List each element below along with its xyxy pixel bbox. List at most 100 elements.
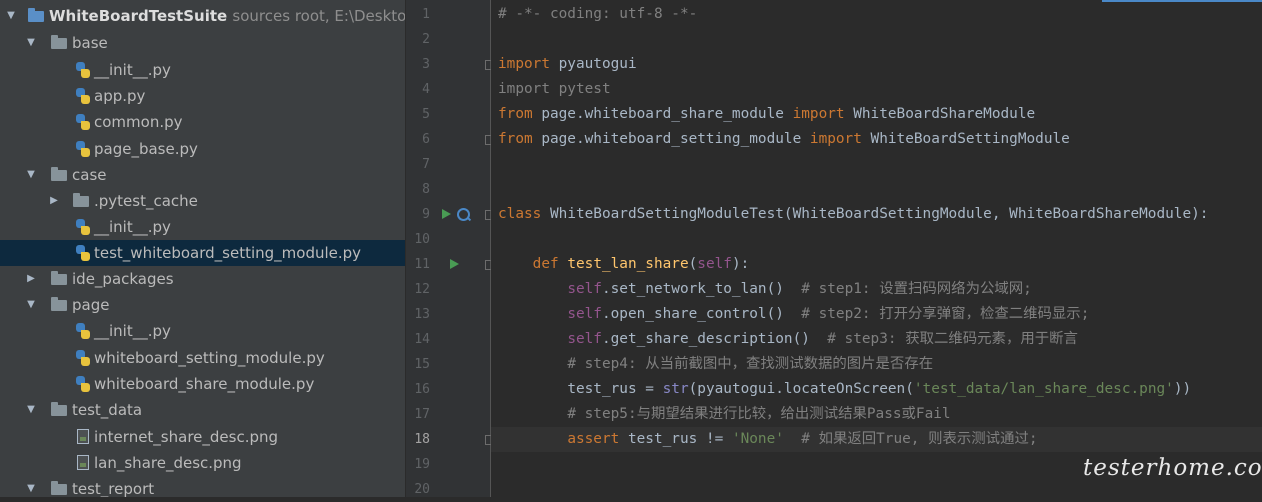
tree-item-label: test_data	[72, 401, 143, 419]
run-class-icon[interactable]	[442, 209, 451, 219]
code-line: self.set_network_to_lan() # step1: 设置扫码网…	[567, 281, 1032, 297]
tree-item-file[interactable]: __init__.py	[0, 57, 405, 83]
code-line: import pytest	[498, 81, 611, 97]
tree-item-file[interactable]: lan_share_desc.png	[0, 450, 405, 476]
tree-item-file[interactable]: whiteboard_setting_module.py	[0, 345, 405, 371]
folder-icon	[51, 271, 67, 285]
code-line: self.get_share_description() # step3: 获取…	[567, 331, 1078, 347]
code-line: class WhiteBoardSettingModuleTest(WhiteB…	[498, 206, 1209, 222]
python-file-icon	[76, 62, 90, 78]
tree-item-label: __init__.py	[94, 218, 171, 236]
code-line: test_rus = str(pyautogui.locateOnScreen(…	[567, 381, 1192, 397]
run-test-icon[interactable]	[450, 259, 459, 269]
line-number: 13	[414, 307, 430, 322]
tree-item-file[interactable]: whiteboard_share_module.py	[0, 371, 405, 397]
line-number: 11	[414, 257, 430, 272]
line-number: 5	[422, 107, 430, 122]
line-number: 7	[422, 157, 430, 172]
tree-item-test-report[interactable]: ▼ test_report	[0, 476, 405, 497]
code-line: assert test_rus != 'None' # 如果返回True, 则表…	[567, 431, 1038, 447]
python-file-icon	[76, 114, 90, 130]
expand-arrow-icon[interactable]: ▼	[24, 30, 38, 56]
expand-arrow-icon[interactable]: ▼	[24, 476, 38, 497]
collapse-arrow-icon[interactable]: ▶	[47, 188, 61, 214]
tree-item-file[interactable]: app.py	[0, 83, 405, 109]
code-line: from page.whiteboard_setting_module impo…	[498, 131, 1070, 147]
line-number: 2	[422, 32, 430, 47]
line-number: 9	[422, 207, 430, 222]
python-file-icon	[76, 323, 90, 339]
tree-item-label: test_report	[72, 480, 155, 497]
line-number: 14	[414, 332, 430, 347]
tree-item-file[interactable]: __init__.py	[0, 214, 405, 240]
expand-arrow-icon[interactable]: ▼	[24, 397, 38, 423]
code-line: from page.whiteboard_share_module import…	[498, 106, 1036, 122]
tree-item-file[interactable]: __init__.py	[0, 318, 405, 344]
tree-item-label: page	[72, 296, 110, 314]
current-line-number: 18	[414, 432, 430, 447]
tree-item-label: internet_share_desc.png	[94, 428, 279, 446]
tree-item-label: ide_packages	[72, 270, 174, 288]
watermark: testerhome.com	[1083, 455, 1262, 481]
line-number: 12	[414, 282, 430, 297]
expand-arrow-icon[interactable]: ▼	[4, 3, 18, 29]
tree-root-label: WhiteBoardTestSuite sources root, E:\Des…	[49, 3, 405, 29]
expand-arrow-icon[interactable]: ▼	[24, 292, 38, 318]
tree-item-base[interactable]: ▼ base	[0, 30, 405, 56]
expand-arrow-icon[interactable]: ▼	[24, 162, 38, 188]
tree-item-label: page_base.py	[94, 140, 198, 158]
tree-item-case[interactable]: ▼ case	[0, 162, 405, 188]
code-line: import pyautogui	[498, 56, 637, 72]
line-number: 1	[422, 7, 430, 22]
folder-icon	[51, 35, 67, 49]
line-number: 20	[414, 482, 430, 497]
line-number: 17	[414, 407, 430, 422]
collapse-arrow-icon[interactable]: ▶	[24, 266, 38, 292]
code-line: # step4: 从当前截图中，查找测试数据的图片是否存在	[567, 356, 934, 372]
tree-item-label: .pytest_cache	[94, 192, 198, 210]
python-file-icon	[76, 141, 90, 157]
line-number: 6	[422, 132, 430, 147]
tree-item-label: base	[72, 34, 108, 52]
tree-root[interactable]: ▼ WhiteBoardTestSuite sources root, E:\D…	[0, 3, 405, 29]
tree-item-ide-packages[interactable]: ▶ ide_packages	[0, 266, 405, 292]
python-file-icon	[76, 219, 90, 235]
tree-item-label: __init__.py	[94, 61, 171, 79]
project-tree: ▼ WhiteBoardTestSuite sources root, E:\D…	[0, 0, 405, 497]
tree-item-label: whiteboard_share_module.py	[94, 375, 315, 393]
tree-item-file[interactable]: internet_share_desc.png	[0, 424, 405, 450]
python-file-icon	[76, 88, 90, 104]
folder-icon	[51, 402, 67, 416]
folder-icon	[51, 167, 67, 181]
tree-item-file[interactable]: common.py	[0, 109, 405, 135]
tree-root-hint: sources root, E:\Desktop\	[232, 7, 405, 25]
tree-item-page[interactable]: ▼ page	[0, 292, 405, 318]
line-number: 19	[414, 457, 430, 472]
folder-icon	[51, 481, 67, 495]
python-file-icon	[76, 350, 90, 366]
line-number: 15	[414, 357, 430, 372]
folder-icon	[51, 297, 67, 311]
image-file-icon	[77, 455, 89, 470]
tree-item-label: lan_share_desc.png	[94, 454, 242, 472]
code-line: def test_lan_share(self):	[532, 256, 750, 272]
line-number: 3	[422, 57, 430, 72]
tree-item-label: app.py	[94, 87, 146, 105]
python-file-icon	[76, 376, 90, 392]
tree-item-test-data[interactable]: ▼ test_data	[0, 397, 405, 423]
line-number: 4	[422, 82, 430, 97]
tree-item-pytest-cache[interactable]: ▶ .pytest_cache	[0, 188, 405, 214]
tree-item-label: test_whiteboard_setting_module.py	[94, 244, 362, 262]
line-number: 10	[414, 232, 430, 247]
tree-item-label: case	[72, 166, 107, 184]
tree-item-label: whiteboard_setting_module.py	[94, 349, 325, 367]
image-file-icon	[77, 429, 89, 444]
folder-icon	[73, 193, 89, 207]
run-config-icon[interactable]	[457, 208, 470, 221]
folder-icon	[28, 8, 44, 22]
tree-item-label: __init__.py	[94, 322, 171, 340]
scroll-indicator	[1102, 0, 1262, 2]
code-line: self.open_share_control() # step2: 打开分享弹…	[567, 306, 1090, 322]
tree-item-selected-file[interactable]: test_whiteboard_setting_module.py	[0, 240, 405, 266]
tree-item-file[interactable]: page_base.py	[0, 136, 405, 162]
